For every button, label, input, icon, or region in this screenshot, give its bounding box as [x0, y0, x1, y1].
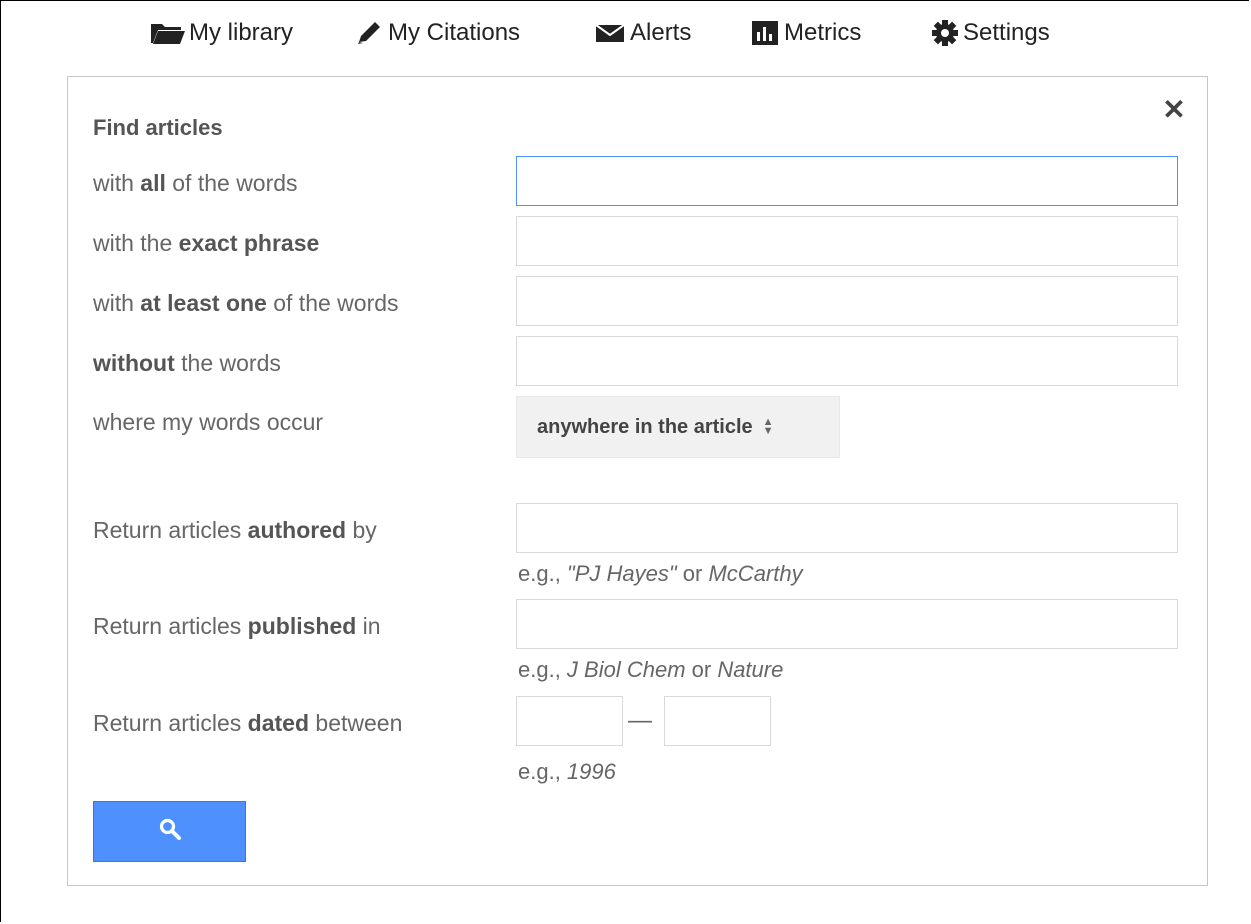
gear-icon — [930, 18, 960, 48]
nav-my-library[interactable]: My library — [150, 16, 293, 50]
dated-label: Return articles dated between — [93, 710, 403, 736]
close-button[interactable]: ✕ — [1159, 95, 1189, 125]
words-occur-selected: anywhere in the article — [537, 415, 753, 438]
nav-alerts[interactable]: Alerts — [595, 16, 691, 50]
all-words-label: with all of the words — [93, 170, 298, 196]
metrics-chart-icon — [751, 20, 781, 46]
pencil-icon — [355, 20, 385, 46]
at-least-one-label: with at least one of the words — [93, 290, 399, 316]
nav-metrics[interactable]: Metrics — [751, 16, 861, 50]
without-words-label: without the words — [93, 350, 281, 376]
author-hint: e.g., "PJ Hayes" or McCarthy — [518, 561, 803, 586]
exact-phrase-label: with the exact phrase — [93, 230, 320, 256]
publication-input[interactable] — [516, 599, 1178, 649]
all-words-input[interactable] — [516, 156, 1178, 206]
words-occur-select[interactable]: anywhere in the article ▲ ▼ — [516, 396, 840, 458]
nav-label: Metrics — [784, 19, 862, 46]
dialog-heading: Find articles — [93, 115, 223, 140]
nav-label: My library — [189, 19, 294, 46]
top-nav: My library My Citations Alerts Metrics S… — [0, 16, 1251, 50]
nav-label: My Citations — [388, 19, 521, 46]
year-hint: e.g., 1996 — [518, 759, 616, 784]
year-from-input[interactable] — [516, 696, 623, 746]
publication-hint: e.g., J Biol Chem or Nature — [518, 657, 784, 682]
without-words-input[interactable] — [516, 336, 1178, 386]
folder-open-icon — [150, 21, 186, 45]
nav-label: Alerts — [630, 19, 692, 46]
close-icon: ✕ — [1162, 94, 1186, 125]
sort-arrows-icon: ▲ ▼ — [762, 416, 774, 437]
authored-label: Return articles authored by — [93, 517, 377, 543]
words-occur-label: where my words occur — [93, 409, 324, 435]
nav-label: Settings — [963, 19, 1050, 46]
search-button[interactable] — [93, 801, 246, 862]
nav-my-citations[interactable]: My Citations — [355, 16, 520, 50]
envelope-icon — [595, 23, 627, 43]
published-label: Return articles published in — [93, 613, 381, 639]
at-least-one-input[interactable] — [516, 276, 1178, 326]
date-range-separator: — — [628, 707, 652, 734]
exact-phrase-input[interactable] — [516, 216, 1178, 266]
author-input[interactable] — [516, 503, 1178, 553]
nav-settings[interactable]: Settings — [930, 16, 1050, 50]
advanced-search-dialog: ✕ Find articles with all of the words wi… — [67, 76, 1208, 886]
year-to-input[interactable] — [664, 696, 771, 746]
search-icon — [158, 817, 182, 846]
